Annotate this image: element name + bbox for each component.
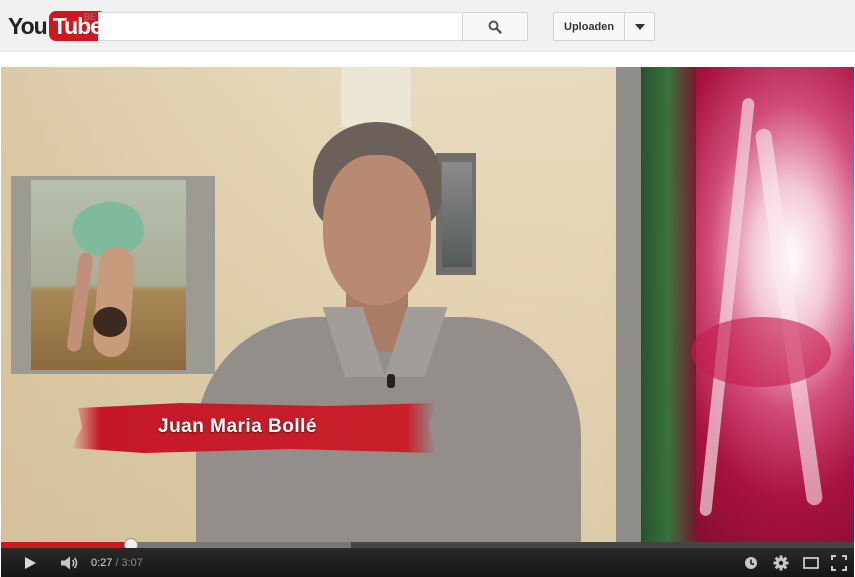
- volume-icon: [61, 556, 78, 569]
- upload-button[interactable]: Uploaden: [553, 12, 626, 41]
- painting-figure-hair: [93, 307, 127, 337]
- upload-menu-button[interactable]: [625, 12, 656, 41]
- interviewee-head: [323, 155, 431, 305]
- watch-later-button[interactable]: [739, 548, 763, 577]
- fullscreen-icon: [831, 554, 847, 571]
- video-player[interactable]: Juan Maria Bollé 0:27 / 3:07: [1, 67, 854, 577]
- caret-down-icon: [634, 23, 645, 30]
- control-bar: 0:27 / 3:07: [1, 548, 854, 577]
- search-icon: [488, 20, 502, 34]
- video-frame[interactable]: Juan Maria Bollé: [1, 67, 854, 543]
- painting-right-blot: [691, 317, 831, 387]
- search-input[interactable]: [98, 12, 463, 41]
- watch-later-icon: [745, 556, 757, 569]
- search-button[interactable]: [462, 12, 528, 41]
- name-lower-third: Juan Maria Bollé: [71, 399, 436, 457]
- lapel-microphone: [387, 374, 395, 388]
- volume-button[interactable]: [53, 548, 87, 577]
- ceiling-beam: [341, 67, 411, 127]
- masthead: You Tube BE Uploaden: [0, 0, 855, 52]
- play-icon: [25, 556, 36, 569]
- logo-you-text: You: [8, 13, 48, 39]
- time-display: 0:27 / 3:07: [91, 548, 143, 577]
- fullscreen-button[interactable]: [827, 548, 851, 577]
- painting-right-green-edge: [641, 67, 696, 543]
- play-button[interactable]: [13, 548, 47, 577]
- theater-mode-icon: [803, 556, 819, 569]
- youtube-logo[interactable]: You Tube BE: [8, 10, 106, 42]
- settings-gear-icon: [773, 555, 789, 570]
- current-time: 0:27: [91, 556, 113, 569]
- lower-third-name: Juan Maria Bollé: [158, 416, 317, 437]
- duration: 3:07: [121, 556, 143, 569]
- time-separator: /: [115, 556, 119, 569]
- small-painting: [442, 162, 472, 267]
- painting-figure-legs: [92, 245, 136, 359]
- upload-group: Uploaden: [553, 12, 656, 41]
- logo-region-code: BE: [84, 12, 97, 22]
- theater-mode-button[interactable]: [799, 548, 823, 577]
- settings-button[interactable]: [767, 548, 795, 577]
